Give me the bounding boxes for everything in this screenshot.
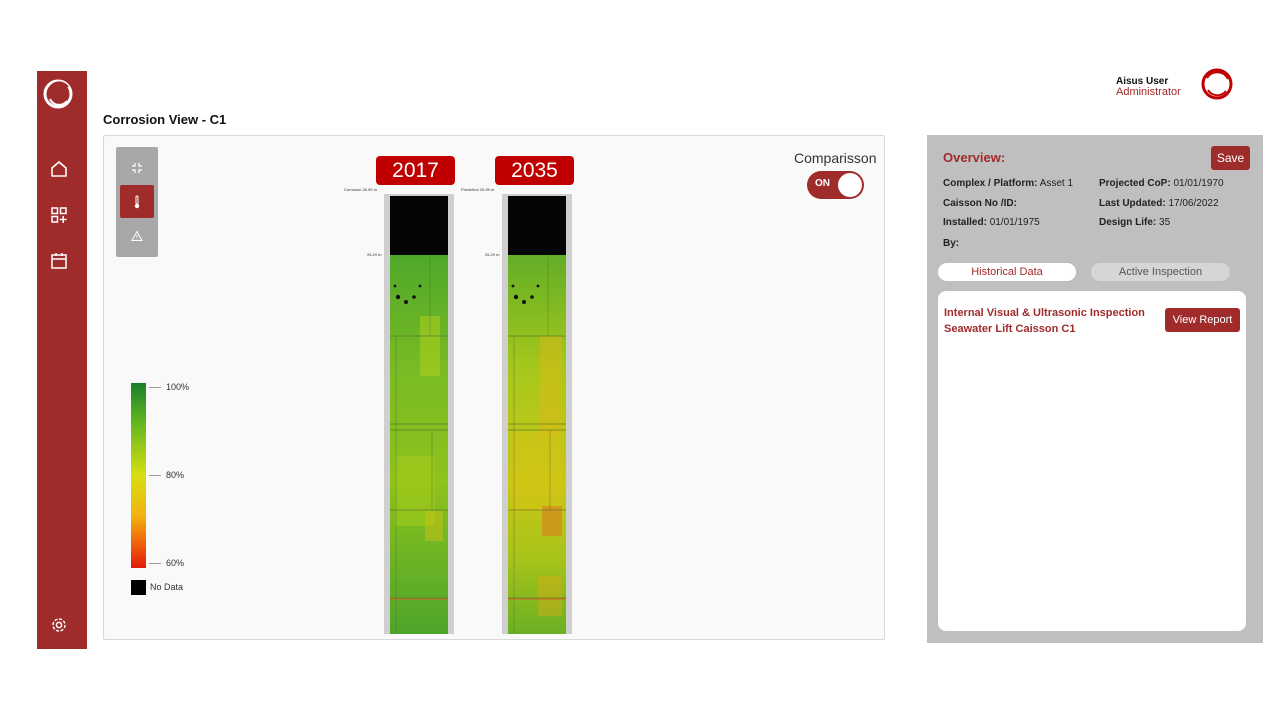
field-projected-cop: Projected CoP: 01/01/1970 bbox=[1099, 178, 1224, 189]
corrosion-scan-2035 bbox=[508, 196, 566, 634]
field-by: By: bbox=[943, 238, 959, 249]
legend-tick bbox=[149, 475, 161, 476]
corrosion-viewer: 2017 2035 Comparisson ON Corrosion 26.99… bbox=[103, 135, 885, 640]
column-top-label: Prediction 26.99 m bbox=[461, 187, 495, 192]
legend-tick bbox=[149, 387, 161, 388]
field-complex: Complex / Platform: Asset 1 bbox=[943, 178, 1073, 189]
field-label: By: bbox=[943, 238, 960, 249]
compress-icon[interactable] bbox=[120, 151, 154, 184]
report-title: Internal Visual & Ultrasonic Inspection … bbox=[944, 307, 1145, 335]
legend-tick bbox=[149, 563, 161, 564]
toggle-state: ON bbox=[815, 178, 830, 189]
field-caisson: Caisson No /ID: bbox=[943, 198, 1017, 209]
field-label: Projected CoP: bbox=[1099, 178, 1171, 189]
warning-icon[interactable] bbox=[120, 219, 154, 252]
field-design-life: Design Life: 35 bbox=[1099, 217, 1170, 228]
corrosion-scan-2017 bbox=[390, 196, 448, 634]
user-info[interactable]: Aisus User Administrator bbox=[1116, 76, 1181, 98]
save-button[interactable]: Save bbox=[1211, 146, 1250, 170]
tool-palette bbox=[116, 147, 158, 257]
no-data-swatch bbox=[131, 580, 146, 595]
corrosion-legend-scale bbox=[131, 383, 146, 568]
sidebar bbox=[37, 71, 87, 649]
page-title: Corrosion View - C1 bbox=[103, 112, 227, 127]
field-label: Installed: bbox=[943, 217, 987, 228]
comparison-label: Comparisson bbox=[794, 150, 877, 166]
corrosion-column-2017[interactable] bbox=[384, 194, 454, 634]
field-last-updated: Last Updated: 17/06/2022 bbox=[1099, 198, 1219, 209]
overview-panel: Overview: Save Complex / Platform: Asset… bbox=[927, 135, 1263, 643]
field-label: Design Life: bbox=[1099, 217, 1157, 228]
field-installed: Installed: 01/01/1975 bbox=[943, 217, 1040, 228]
calendar-icon[interactable] bbox=[46, 248, 72, 274]
comparison-toggle[interactable]: ON bbox=[807, 171, 864, 199]
legend-label-high: 100% bbox=[166, 382, 190, 392]
user-role: Administrator bbox=[1116, 86, 1181, 98]
column-depth-label: 26.29 m bbox=[485, 252, 500, 257]
gear-icon[interactable] bbox=[46, 612, 72, 638]
corrosion-column-2035[interactable] bbox=[502, 194, 572, 634]
column-depth-label: 26.29 m bbox=[367, 252, 382, 257]
brand-logo bbox=[1198, 67, 1236, 101]
field-value: 35 bbox=[1159, 217, 1171, 228]
add-dashboard-icon[interactable] bbox=[46, 202, 72, 228]
view-report-button[interactable]: View Report bbox=[1165, 308, 1240, 332]
field-label: Last Updated: bbox=[1099, 198, 1166, 209]
home-icon[interactable] bbox=[46, 156, 72, 182]
app-logo[interactable] bbox=[41, 77, 75, 111]
no-data-label: No Data bbox=[150, 582, 184, 592]
field-value: 17/06/2022 bbox=[1168, 198, 1219, 209]
legend-label-low: 60% bbox=[166, 558, 185, 568]
thermometer-icon[interactable] bbox=[120, 185, 154, 218]
tab-historical-data[interactable]: Historical Data bbox=[938, 263, 1076, 281]
field-label: Caisson No /ID: bbox=[943, 198, 1017, 209]
field-label: Complex / Platform: bbox=[943, 178, 1038, 189]
field-value: 01/01/1970 bbox=[1173, 178, 1224, 189]
overview-title: Overview: bbox=[943, 150, 1006, 165]
column-top-label: Corrosion 26.99 m bbox=[344, 187, 377, 192]
year-badge-2035: 2035 bbox=[495, 156, 574, 185]
field-value: 01/01/1975 bbox=[989, 217, 1040, 228]
report-card: Internal Visual & Ultrasonic Inspection … bbox=[938, 291, 1246, 631]
year-badge-2017: 2017 bbox=[376, 156, 455, 185]
field-value: Asset 1 bbox=[1039, 178, 1074, 189]
toggle-knob bbox=[838, 173, 862, 197]
legend-label-mid: 80% bbox=[166, 470, 185, 480]
tab-active-inspection[interactable]: Active Inspection bbox=[1091, 263, 1230, 281]
